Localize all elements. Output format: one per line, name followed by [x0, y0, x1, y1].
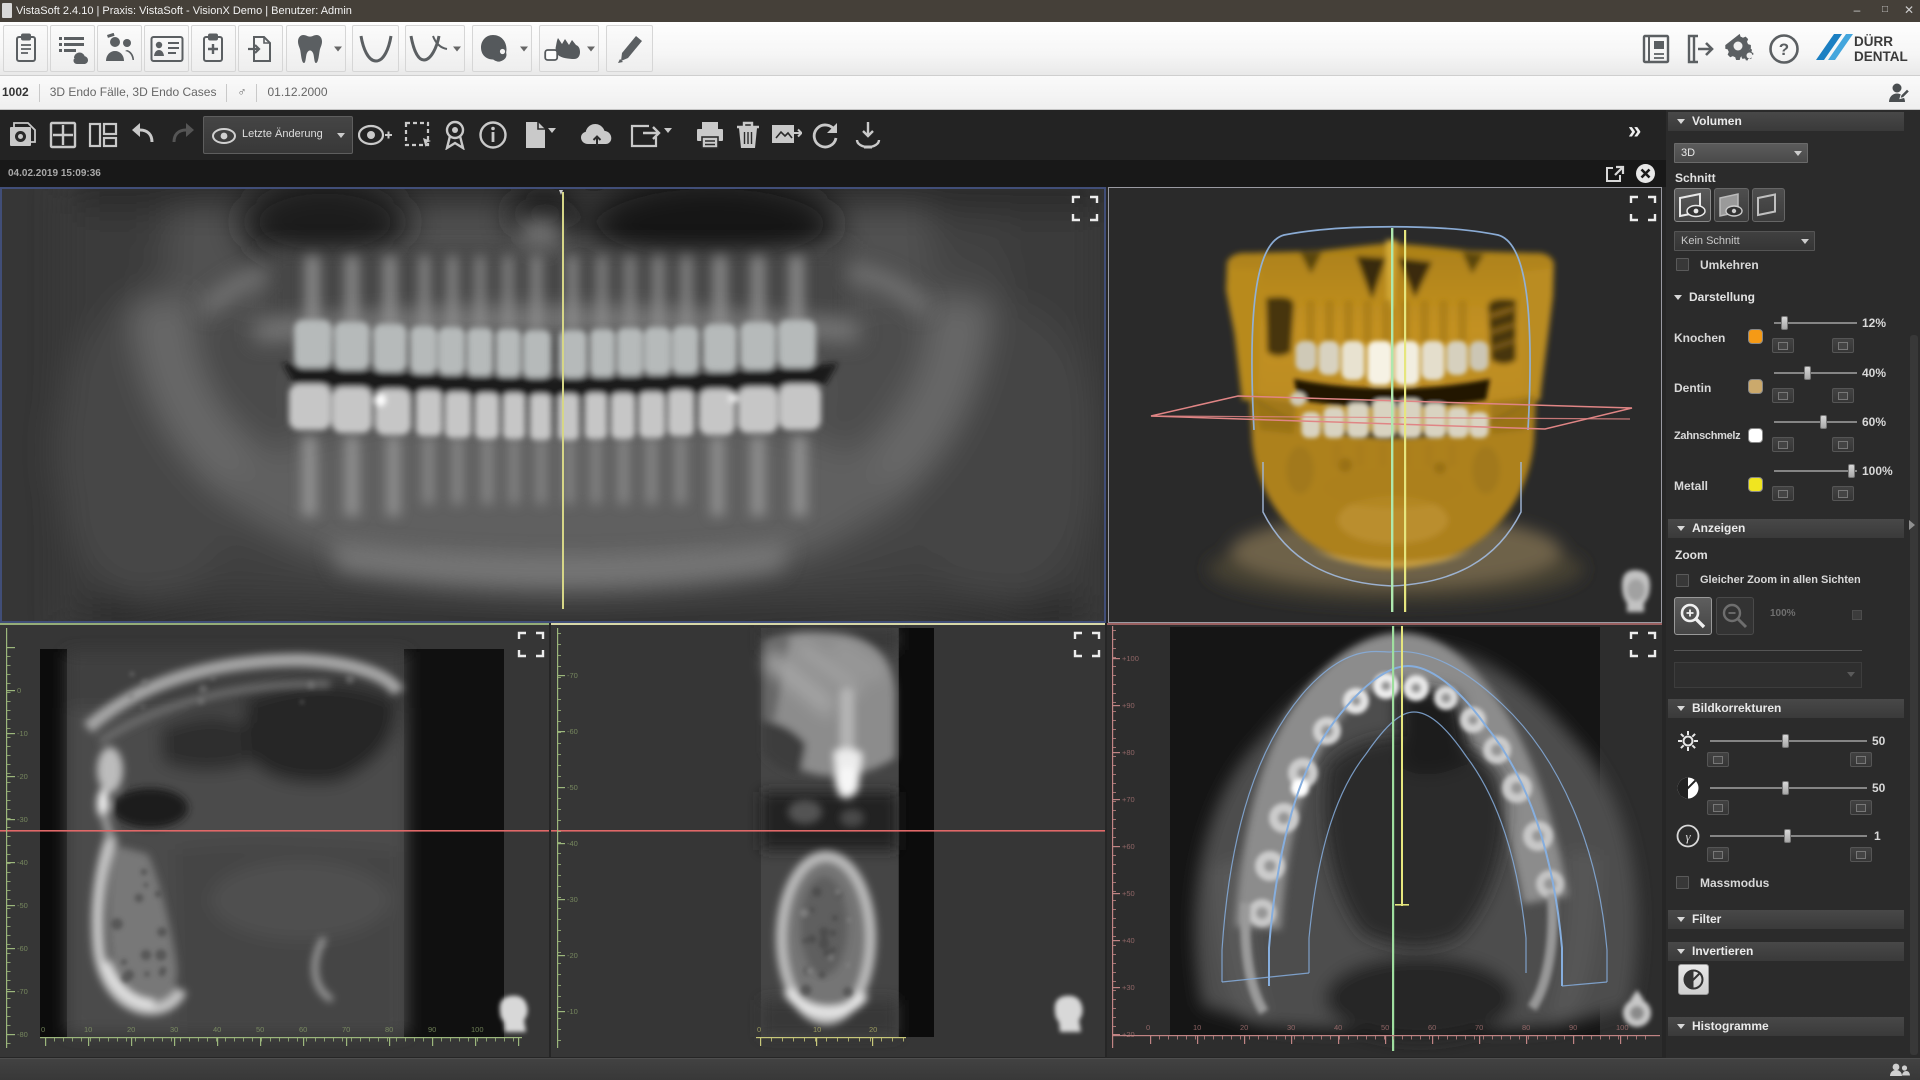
svg-text:50: 50	[1381, 1023, 1389, 1032]
svg-text:+60: +60	[1122, 842, 1135, 851]
svg-text:-70: -70	[567, 671, 578, 680]
svg-text:-10: -10	[17, 729, 28, 738]
svg-text:+50: +50	[1122, 889, 1135, 898]
svg-text:10: 10	[84, 1025, 92, 1034]
svg-text:0: 0	[41, 1025, 45, 1034]
svg-text:-20: -20	[17, 772, 28, 781]
svg-text:DÜRR: DÜRR	[1854, 34, 1893, 49]
svg-text:-60: -60	[17, 944, 28, 953]
svg-text:20: 20	[869, 1025, 877, 1034]
svg-text:100: 100	[471, 1025, 484, 1034]
svg-text:0: 0	[757, 1025, 761, 1034]
svg-text:+90: +90	[1122, 701, 1135, 710]
svg-text:10: 10	[1193, 1023, 1201, 1032]
svg-text:?: ?	[1778, 40, 1788, 59]
svg-text:-40: -40	[17, 858, 28, 867]
svg-text:+80: +80	[1122, 748, 1135, 757]
svg-text:80: 80	[385, 1025, 393, 1034]
svg-text:90: 90	[428, 1025, 436, 1034]
svg-text:-40: -40	[567, 839, 578, 848]
svg-text:30: 30	[170, 1025, 178, 1034]
svg-text:40: 40	[1334, 1023, 1342, 1032]
svg-text:60: 60	[299, 1025, 307, 1034]
svg-text:20: 20	[127, 1025, 135, 1034]
svg-text:60: 60	[1428, 1023, 1436, 1032]
svg-text:80: 80	[1522, 1023, 1530, 1032]
svg-text:-10: -10	[567, 1007, 578, 1016]
svg-text:+40: +40	[1122, 936, 1135, 945]
svg-text:+30: +30	[1122, 983, 1135, 992]
svg-text:10: 10	[813, 1025, 821, 1034]
svg-text:0: 0	[1146, 1023, 1150, 1032]
svg-text:-70: -70	[17, 987, 28, 996]
svg-text:40: 40	[213, 1025, 221, 1034]
svg-text:-50: -50	[17, 901, 28, 910]
svg-text:30: 30	[1287, 1023, 1295, 1032]
svg-text:50: 50	[256, 1025, 264, 1034]
svg-text:DENTAL: DENTAL	[1854, 49, 1908, 64]
svg-text:70: 70	[1475, 1023, 1483, 1032]
svg-text:100: 100	[1616, 1023, 1629, 1032]
svg-text:-60: -60	[567, 727, 578, 736]
svg-text:-80: -80	[17, 1030, 28, 1039]
svg-text:90: 90	[1569, 1023, 1577, 1032]
svg-text:-50: -50	[567, 783, 578, 792]
svg-text:-20: -20	[567, 951, 578, 960]
svg-text:+70: +70	[1122, 795, 1135, 804]
svg-text:0: 0	[17, 686, 21, 695]
svg-text:-30: -30	[567, 895, 578, 904]
svg-text:20: 20	[1240, 1023, 1248, 1032]
svg-text:70: 70	[342, 1025, 350, 1034]
svg-text:+20: +20	[1122, 1030, 1135, 1039]
svg-text:-30: -30	[17, 815, 28, 824]
svg-text:+100: +100	[1122, 654, 1139, 663]
svg-text:γ: γ	[1685, 829, 1691, 844]
